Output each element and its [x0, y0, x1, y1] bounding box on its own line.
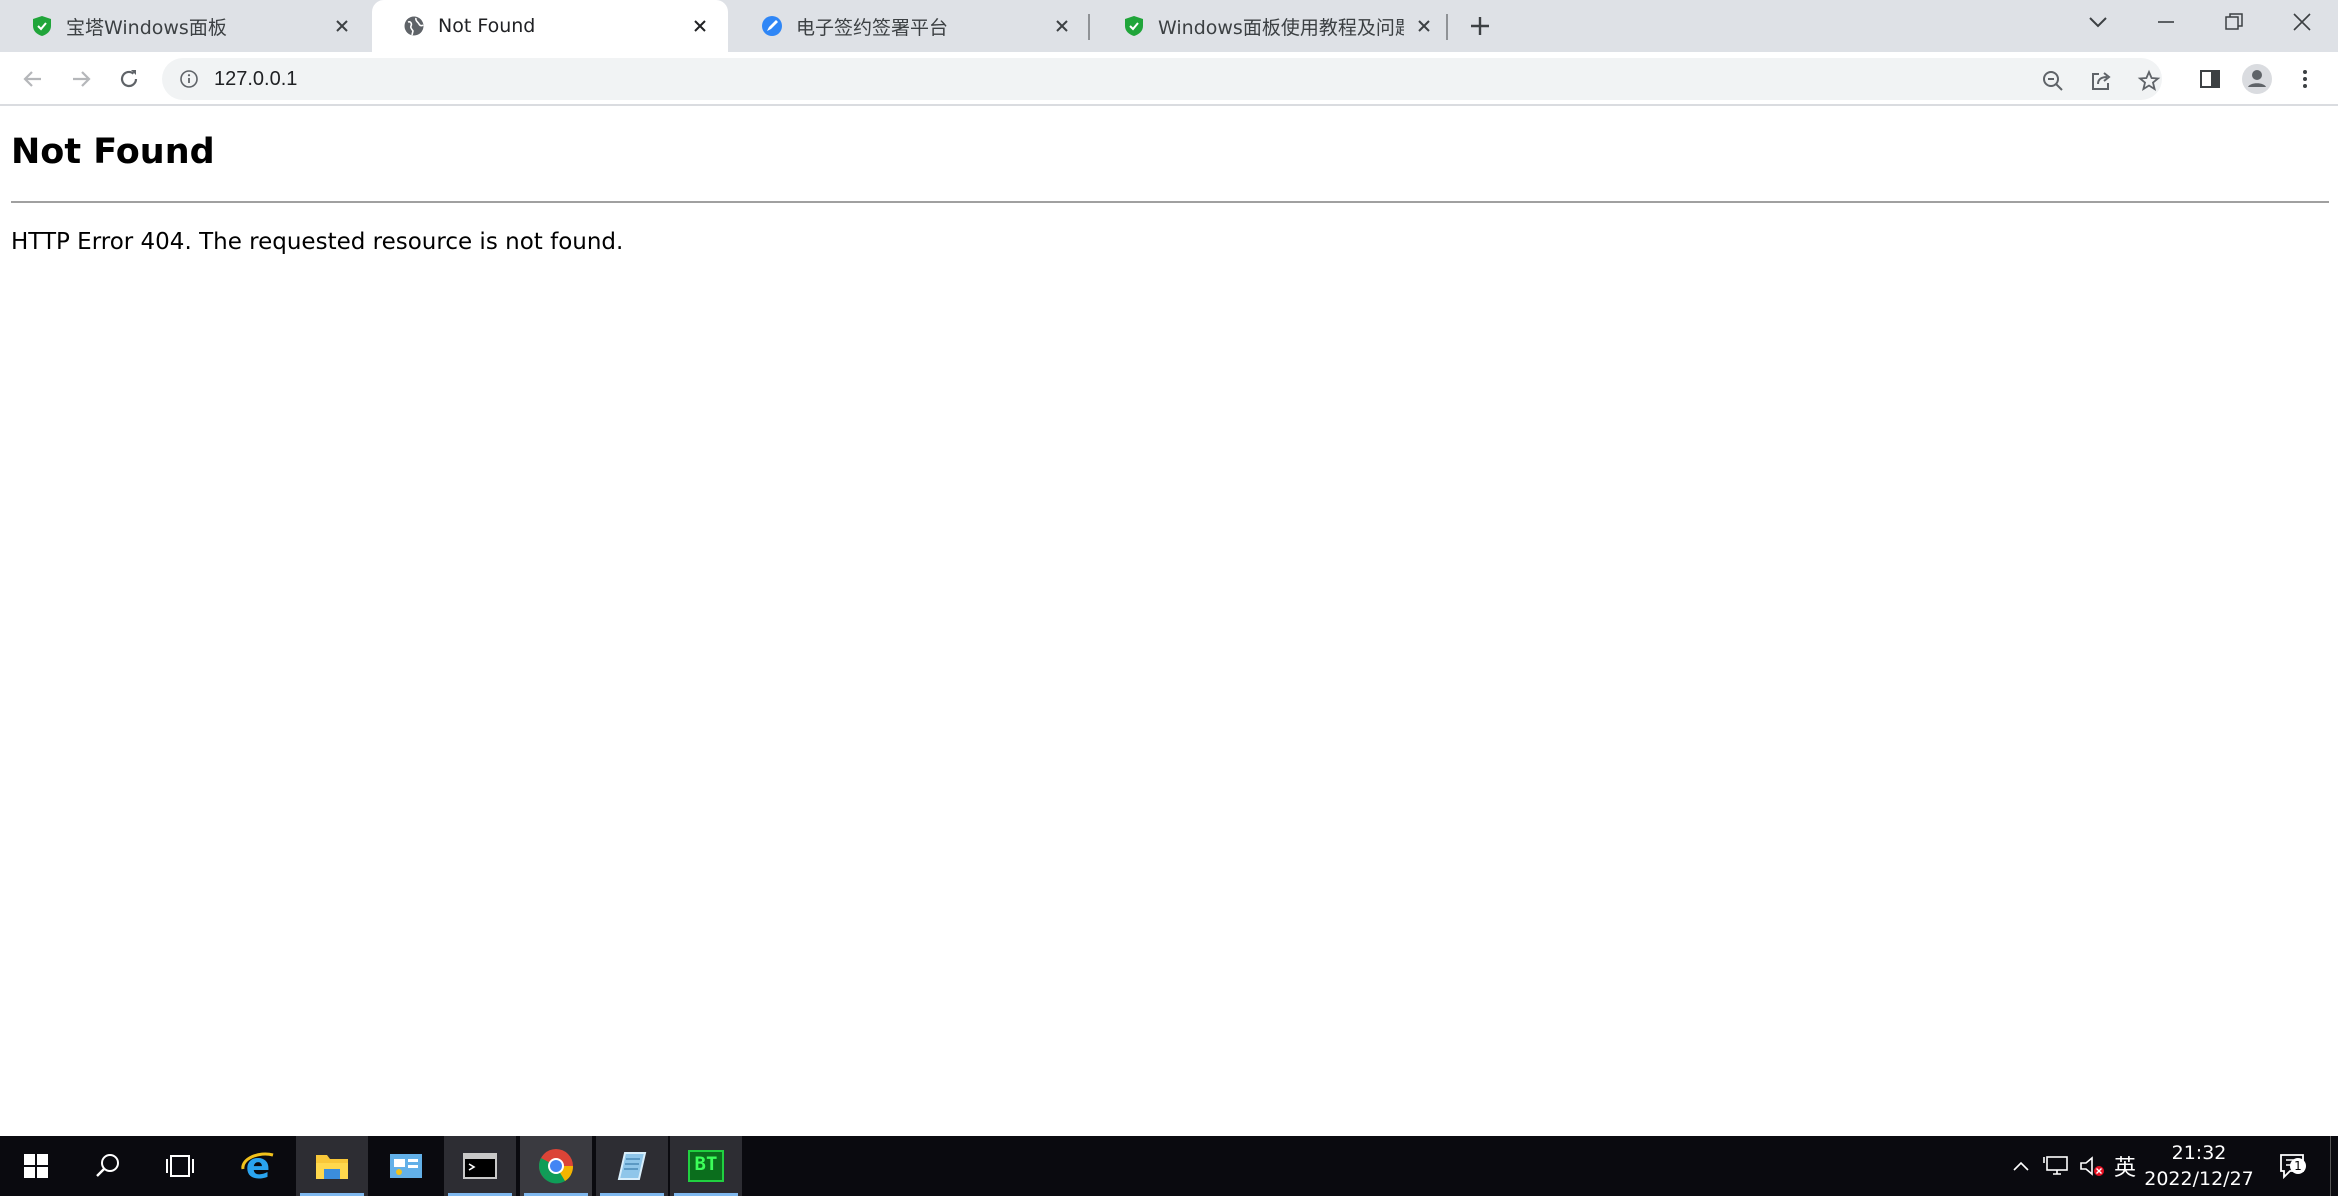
- forward-button[interactable]: [62, 60, 100, 98]
- notification-count: 1: [2290, 1158, 2306, 1174]
- tab-separator: [1446, 14, 1448, 40]
- tab-not-found[interactable]: Not Found: [372, 0, 728, 52]
- tab-title: 宝塔Windows面板: [66, 16, 227, 39]
- browser-toolbar: 127.0.0.1: [0, 52, 2338, 106]
- tab-separator: [1088, 14, 1090, 40]
- close-tab-icon[interactable]: [1412, 14, 1436, 38]
- file-explorer-button[interactable]: [296, 1136, 368, 1196]
- bookmark-star-icon[interactable]: [2134, 66, 2164, 96]
- volume-muted-icon[interactable]: [2076, 1136, 2108, 1196]
- close-tab-icon[interactable]: [330, 14, 354, 38]
- tab-bt-tutorial[interactable]: Windows面板使用教程及问题汇: [1092, 0, 1452, 52]
- side-panel-icon[interactable]: [2191, 60, 2229, 98]
- tab-e-sign[interactable]: 电子签约签署平台: [730, 0, 1090, 52]
- reload-button[interactable]: [110, 60, 148, 98]
- url-text[interactable]: 127.0.0.1: [214, 68, 297, 91]
- site-info-icon[interactable]: [178, 68, 200, 90]
- address-bar[interactable]: 127.0.0.1: [162, 58, 2162, 100]
- zoom-icon[interactable]: [2038, 66, 2068, 96]
- tab-title: Windows面板使用教程及问题汇: [1158, 16, 1404, 39]
- restore-button[interactable]: [2200, 0, 2268, 44]
- new-tab-button[interactable]: [1464, 10, 1496, 42]
- sign-app-icon: [760, 14, 784, 38]
- clock-date: 2022/12/27: [2144, 1168, 2254, 1190]
- share-icon[interactable]: [2086, 66, 2116, 96]
- chrome-button[interactable]: [520, 1136, 592, 1196]
- bt-shield-icon: [1122, 14, 1146, 38]
- control-panel-button[interactable]: [370, 1136, 442, 1196]
- tab-strip: 宝塔Windows面板 Not Found 电子签约签署平台 Windows面板…: [0, 0, 2338, 52]
- show-hidden-icons-button[interactable]: [2006, 1136, 2036, 1196]
- start-button[interactable]: [0, 1136, 72, 1196]
- show-desktop-button[interactable]: [2330, 1136, 2338, 1196]
- page-title: Not Found: [11, 132, 215, 172]
- internet-explorer-button[interactable]: e: [222, 1136, 294, 1196]
- search-button[interactable]: [72, 1136, 144, 1196]
- taskbar: e BT 英 21:32 2022/12/27 1: [0, 1136, 2338, 1196]
- close-tab-icon[interactable]: [1050, 14, 1074, 38]
- bt-panel-button[interactable]: BT: [670, 1136, 742, 1196]
- bt-label: BT: [694, 1153, 718, 1175]
- back-button[interactable]: [14, 60, 52, 98]
- close-tab-icon[interactable]: [688, 14, 712, 38]
- error-message: HTTP Error 404. The requested resource i…: [11, 229, 624, 255]
- tab-search-button[interactable]: [2064, 0, 2132, 44]
- task-view-button[interactable]: [144, 1136, 216, 1196]
- notepad-button[interactable]: [596, 1136, 668, 1196]
- divider: [11, 201, 2329, 203]
- tab-title: Not Found: [438, 15, 536, 37]
- tab-title: 电子签约签署平台: [796, 16, 949, 39]
- profile-avatar-icon[interactable]: [2238, 60, 2276, 98]
- bt-shield-icon: [30, 14, 54, 38]
- network-icon[interactable]: [2040, 1136, 2074, 1196]
- minimize-button[interactable]: [2132, 0, 2200, 44]
- command-prompt-button[interactable]: [444, 1136, 516, 1196]
- language-label: 英: [2113, 1156, 2136, 1181]
- action-center-button[interactable]: 1: [2270, 1136, 2316, 1196]
- clock[interactable]: 21:32 2022/12/27: [2136, 1140, 2262, 1192]
- close-window-button[interactable]: [2268, 0, 2336, 44]
- page-content: Not Found HTTP Error 404. The requested …: [0, 106, 2338, 1136]
- browser-menu-icon[interactable]: [2286, 60, 2324, 98]
- globe-icon: [402, 14, 426, 38]
- clock-time: 21:32: [2171, 1142, 2227, 1164]
- tab-bt-panel[interactable]: 宝塔Windows面板: [0, 0, 370, 52]
